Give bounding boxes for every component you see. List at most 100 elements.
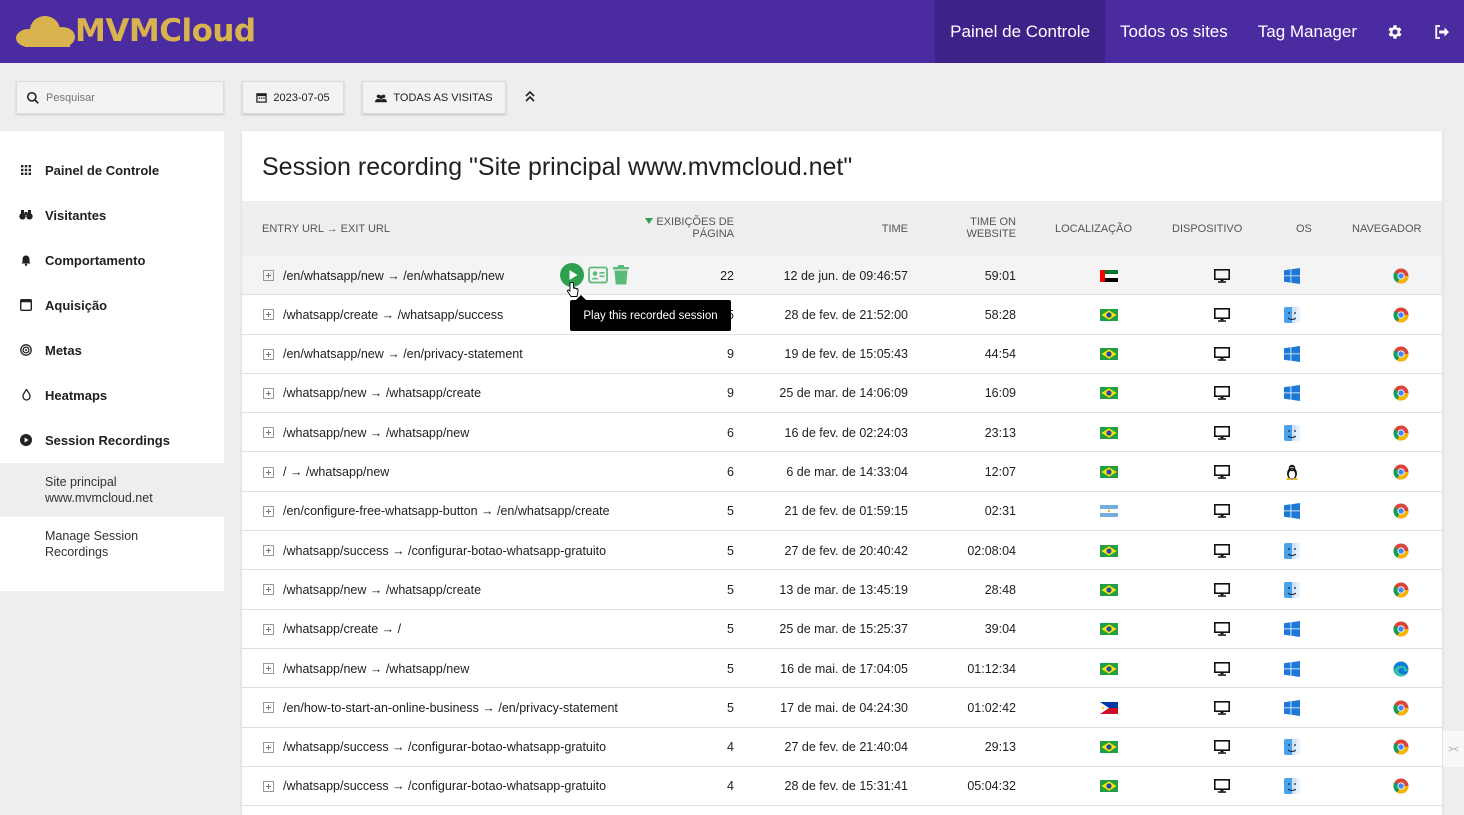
delete-recording-button[interactable]: [612, 265, 630, 285]
column-header-time[interactable]: TIME: [842, 223, 908, 235]
chrome-browser-icon: [1393, 688, 1409, 727]
mac-os-icon: [1283, 413, 1301, 452]
sidebar-item-aquisicao[interactable]: Aquisição: [0, 290, 224, 320]
expand-row-icon[interactable]: [263, 309, 274, 321]
desktop-icon: [1212, 688, 1232, 727]
pageviews-count: 9: [727, 347, 734, 362]
table-row[interactable]: /whatsapp/success → /configurar-botao-wh…: [242, 767, 1442, 807]
table-row[interactable]: /whatsapp/new → /whatsapp/create 5 13 de m…: [242, 570, 1442, 610]
chrome-browser-icon: [1393, 570, 1409, 609]
date-selector-button[interactable]: 2023-07-05: [242, 81, 344, 114]
pageviews-count: 5: [727, 504, 734, 519]
table-row[interactable]: /en/how-to-start-an-online-business → /e…: [242, 688, 1442, 728]
country-flag-br-icon: [1100, 570, 1118, 609]
country-flag-ar-icon: [1100, 492, 1118, 531]
recording-time: 6 de mar. de 14:33:04: [786, 465, 908, 479]
segment-label: TODAS AS VISITAS: [393, 91, 493, 104]
chrome-browser-icon: [1393, 295, 1409, 334]
gear-icon: [1388, 24, 1402, 39]
expand-row-icon[interactable]: [263, 387, 274, 399]
expand-row-icon[interactable]: [263, 505, 274, 517]
side-panel-toggle[interactable]: ><: [1443, 731, 1464, 767]
sidebar-item-session-recordings[interactable]: Session Recordings: [0, 425, 224, 455]
country-flag-br-icon: [1100, 610, 1118, 649]
expand-row-icon[interactable]: [263, 780, 274, 792]
time-on-website: 23:13: [984, 425, 1016, 440]
table-row[interactable]: /whatsapp/create → /whatsapp/success528 …: [242, 295, 1442, 335]
desktop-icon: [1212, 295, 1232, 334]
country-flag-br-icon: [1100, 374, 1118, 413]
logout-button[interactable]: [1418, 0, 1464, 63]
expand-row-icon[interactable]: [263, 466, 274, 478]
expand-row-icon[interactable]: [263, 741, 274, 753]
time-on-website: 39:04: [984, 622, 1016, 637]
table-row[interactable]: / → /whatsapp/new 6 6 de mar. de 14:33:04 1…: [242, 453, 1442, 492]
column-header-pageviews-label: EXIBIÇÕES DE PÁGINA: [656, 216, 734, 240]
chrome-browser-icon: [1393, 453, 1409, 492]
table-row[interactable]: /en/whatsapp/new → /en/whatsapp/new 22 12 …: [242, 256, 1442, 296]
windows-os-icon: [1283, 688, 1301, 727]
expand-row-icon[interactable]: [263, 348, 274, 360]
sidebar-item-visitantes[interactable]: Visitantes: [0, 200, 224, 230]
table-row[interactable]: /whatsapp/success → /configurar-botao-wh…: [242, 531, 1442, 571]
search-box[interactable]: [16, 81, 224, 114]
sidebar-item-heatmaps[interactable]: Heatmaps: [0, 380, 224, 410]
sidebar-subitem-manage-session-recordings[interactable]: Manage Session Recordings: [0, 517, 224, 571]
desktop-icon: [1212, 728, 1232, 767]
column-header-url[interactable]: ENTRY URL → EXIT URL: [262, 223, 390, 235]
table-row[interactable]: /whatsapp/new → /whatsapp/new 5 16 de mai.…: [242, 649, 1442, 689]
chrome-browser-icon: [1393, 610, 1409, 649]
country-flag-br-icon: [1100, 767, 1118, 806]
search-input[interactable]: [46, 91, 206, 104]
column-header-device[interactable]: DISPOSITIVO: [1172, 223, 1242, 235]
recording-time: 12 de jun. de 09:46:57: [783, 268, 908, 283]
collapse-toolbar-button[interactable]: [522, 88, 538, 106]
logout-icon: [1434, 24, 1449, 39]
table-row[interactable]: /en/configure-free-whatsapp-button → /en…: [242, 492, 1442, 532]
pageviews-count: 5: [727, 700, 734, 715]
expand-row-icon[interactable]: [263, 663, 274, 674]
expand-row-icon[interactable]: [263, 270, 274, 281]
desktop-icon: [1212, 570, 1232, 609]
windows-os-icon: [1283, 610, 1301, 649]
country-flag-br-icon: [1100, 295, 1118, 334]
target-icon: [16, 344, 36, 356]
column-header-browser[interactable]: NAVEGADOR: [1352, 223, 1421, 235]
nav-tag-manager[interactable]: Tag Manager: [1243, 0, 1372, 63]
entry-exit-url: /whatsapp/new → /whatsapp/new: [283, 661, 470, 676]
mac-os-icon: [1283, 728, 1301, 767]
sidebar-item-comportamento[interactable]: Comportamento: [0, 245, 224, 275]
column-header-pageviews[interactable]: EXIBIÇÕES DE PÁGINA: [642, 216, 734, 240]
sidebar-item-metas[interactable]: Metas: [0, 335, 224, 365]
table-row[interactable]: /whatsapp/new → /whatsapp/create 9 25 de m…: [242, 374, 1442, 414]
logo[interactable]: MVMCloud: [15, 13, 256, 49]
expand-row-icon[interactable]: [263, 545, 274, 557]
desktop-icon: [1212, 335, 1232, 374]
settings-button[interactable]: [1372, 0, 1418, 63]
desktop-icon: [1212, 374, 1232, 413]
table-row[interactable]: /whatsapp/success → /configurar-botao-wh…: [242, 728, 1442, 767]
chrome-browser-icon: [1393, 374, 1409, 413]
expand-row-icon[interactable]: [263, 623, 274, 635]
visitor-profile-button[interactable]: [588, 266, 608, 284]
table-row[interactable]: /en/whatsapp/new → /en/privacy-statement…: [242, 335, 1442, 374]
pageviews-count: 6: [727, 425, 734, 440]
desktop-icon: [1212, 413, 1232, 452]
nav-painel-de-controle[interactable]: Painel de Controle: [935, 0, 1106, 63]
table-header: ENTRY URL → EXIT URL EXIBIÇÕES DE PÁGINA…: [242, 201, 1442, 256]
sidebar-item-painel-de-controle[interactable]: Painel de Controle: [0, 155, 224, 185]
sidebar-subitem-site-principal[interactable]: Site principal www.mvmcloud.net: [0, 463, 224, 517]
table-row[interactable]: /whatsapp/new → /whatsapp/new 6 16 de fev.…: [242, 413, 1442, 453]
column-header-time-on-website[interactable]: TIME ON WEBSITE: [952, 216, 1016, 240]
chrome-browser-icon: [1393, 531, 1409, 570]
table-row[interactable]: /whatsapp/create → / 5 25 de mar. de 15:25…: [242, 610, 1442, 649]
expand-row-icon[interactable]: [263, 427, 274, 439]
nav-todos-os-sites[interactable]: Todos os sites: [1105, 0, 1243, 63]
entry-exit-url: /whatsapp/new → /whatsapp/new: [283, 425, 470, 440]
segment-selector-button[interactable]: TODAS AS VISITAS: [362, 81, 506, 114]
expand-row-icon[interactable]: [263, 584, 274, 596]
column-header-location[interactable]: LOCALIZAÇÃO: [1055, 223, 1132, 235]
expand-row-icon[interactable]: [263, 702, 274, 714]
column-header-os[interactable]: OS: [1296, 223, 1312, 235]
time-on-website: 01:12:34: [967, 661, 1016, 676]
